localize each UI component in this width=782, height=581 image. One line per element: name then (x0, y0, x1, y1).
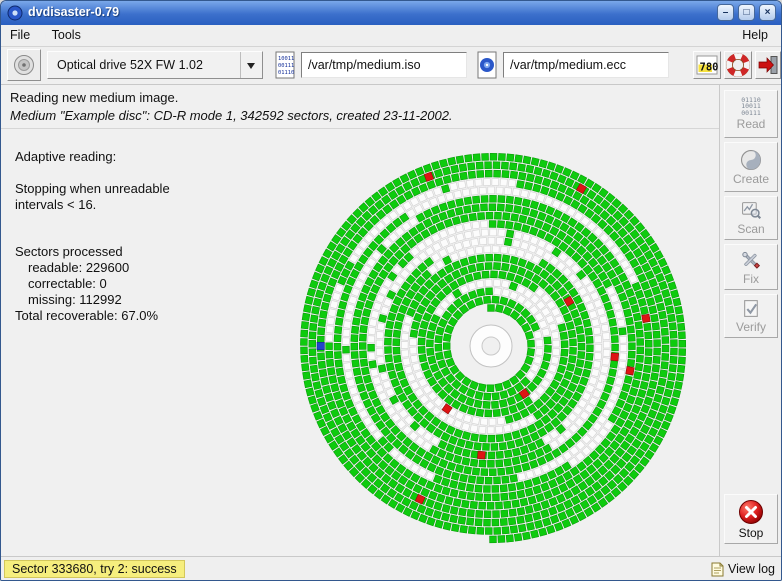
toolbar: Optical drive 52X FW 1.02 10011 00111 01… (1, 47, 781, 85)
disc-drive-icon (12, 53, 36, 77)
view-log-label: View log (728, 562, 775, 576)
scan-button[interactable]: Scan (724, 196, 778, 240)
app-icon (7, 5, 23, 21)
chevron-down-icon (247, 63, 255, 69)
scan-icon (741, 200, 762, 221)
close-button[interactable]: × (759, 4, 776, 21)
verify-icon (741, 298, 762, 319)
verify-button[interactable]: Verify (724, 294, 778, 338)
sectors-missing: missing: 112992 (15, 292, 170, 308)
drive-select[interactable]: Optical drive 52X FW 1.02 (47, 51, 263, 79)
maximize-button[interactable]: □ (738, 4, 755, 21)
menu-tools[interactable]: Tools (43, 25, 90, 47)
app-window: dvdisaster-0.79 – □ × File Tools Help Op… (0, 0, 782, 581)
svg-text:00111: 00111 (278, 63, 294, 69)
log-icon (711, 562, 724, 577)
create-label: Create (733, 172, 769, 186)
svg-text:01110: 01110 (278, 70, 294, 76)
exit-icon (757, 54, 779, 76)
stop-label: Stop (739, 526, 764, 540)
fix-button[interactable]: Fix (724, 244, 778, 290)
read-label: Read (737, 117, 766, 131)
view-log-button[interactable]: View log (711, 560, 775, 578)
stopping-rule-line1: Stopping when unreadable (15, 181, 170, 197)
menu-file[interactable]: File (1, 25, 39, 47)
svg-text:780: 780 (700, 62, 719, 74)
minimize-button[interactable]: – (717, 4, 734, 21)
status-message-area: Reading new medium image. Medium "Exampl… (1, 85, 719, 129)
sectors-processed-title: Sectors processed (15, 244, 170, 260)
ecc-file-icon (475, 50, 499, 80)
help-button[interactable] (724, 51, 752, 79)
svg-text:10011: 10011 (278, 56, 294, 62)
create-button[interactable]: Create (724, 142, 778, 192)
iso-path-input[interactable] (301, 52, 467, 78)
stopping-rule-line2: intervals < 16. (15, 197, 170, 213)
quit-button[interactable] (755, 51, 781, 79)
reading-info-block: Adaptive reading: Stopping when unreadab… (15, 149, 170, 324)
tools-icon (740, 249, 762, 271)
binary-icon: 01110 10011 00111 (741, 97, 761, 117)
stop-icon (738, 499, 764, 525)
main-panel: Reading new medium image. Medium "Exampl… (1, 85, 719, 556)
menu-help[interactable]: Help (733, 25, 777, 47)
ecc-path-input[interactable] (503, 52, 669, 78)
sectors-correctable: correctable: 0 (15, 276, 170, 292)
action-title: Reading new medium image. (10, 90, 178, 105)
yinyang-icon (740, 149, 762, 171)
sectors-readable: readable: 229600 (15, 260, 170, 276)
medium-description: Medium "Example disc": CD-R mode 1, 3425… (10, 108, 453, 123)
menubar: File Tools Help (1, 25, 781, 47)
digits-icon: 780 (695, 53, 719, 77)
scan-label: Scan (737, 222, 764, 236)
verify-label: Verify (736, 320, 766, 334)
window-title: dvdisaster-0.79 (28, 5, 119, 19)
titlebar[interactable]: dvdisaster-0.79 – □ × (1, 1, 781, 25)
status-message: Sector 333680, try 2: success (4, 560, 185, 578)
statusbar: Sector 333680, try 2: success View log (1, 556, 781, 580)
fix-label: Fix (743, 272, 759, 286)
stop-button[interactable]: Stop (724, 494, 778, 544)
total-recoverable: Total recoverable: 67.0% (15, 308, 170, 324)
action-sidebar: 01110 10011 00111 Read Create Scan (719, 85, 781, 556)
drive-button[interactable] (7, 49, 41, 81)
image-file-icon: 10011 00111 01110 (273, 50, 297, 80)
read-button[interactable]: 01110 10011 00111 Read (724, 90, 778, 138)
adaptive-reading-title: Adaptive reading: (15, 149, 170, 165)
lifesaver-icon (726, 53, 750, 77)
preferences-button[interactable]: 780 (693, 51, 721, 79)
drive-select-value: Optical drive 52X FW 1.02 (57, 58, 203, 72)
